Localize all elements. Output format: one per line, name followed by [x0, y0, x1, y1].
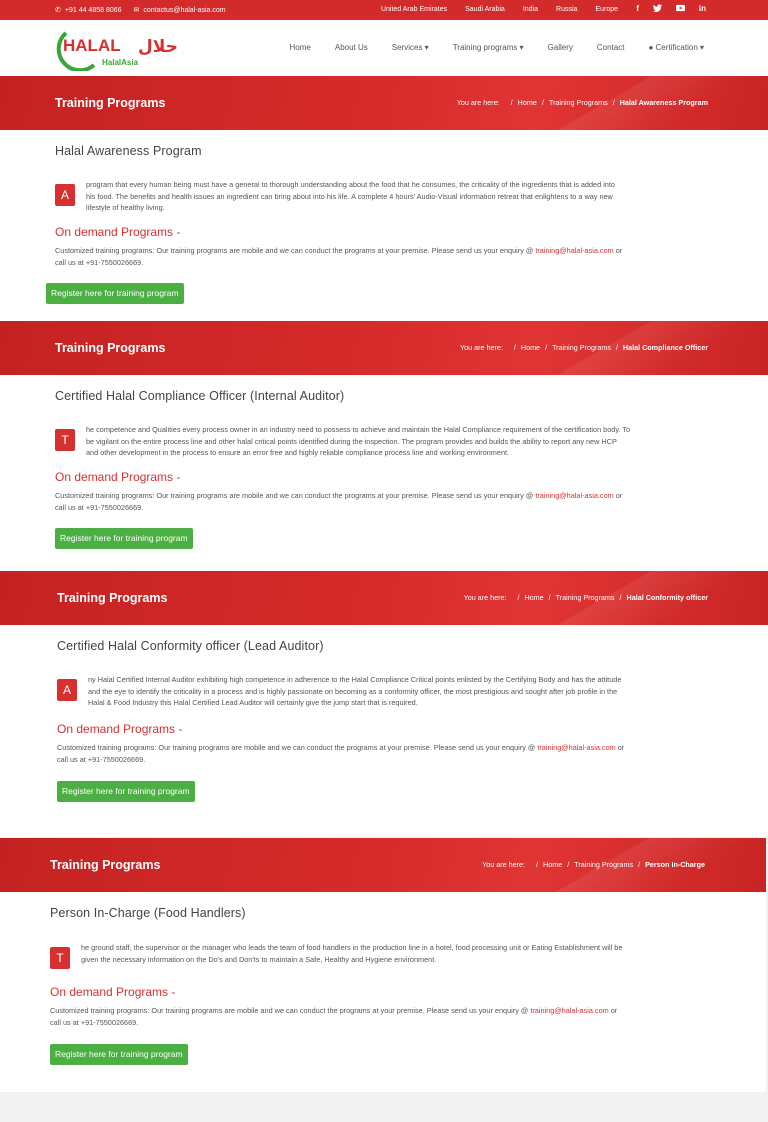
region-india[interactable]: India — [523, 6, 538, 13]
top-bar: ✆ +91 44 4858 8066 ✉ contactus@halal-asia.… — [0, 0, 768, 20]
nav-gallery[interactable]: Gallery — [548, 43, 573, 52]
nav-certification[interactable]: ● Certification ▾ — [648, 43, 704, 52]
envelope-icon: ✉ — [133, 7, 140, 14]
program-section: Certified Halal Conformity officer (Lead… — [0, 625, 768, 837]
region-saudi-arabia[interactable]: Saudi Arabia — [465, 6, 505, 13]
page-banner: Training Programs You are here: / Home /… — [0, 838, 766, 892]
svg-text:حلال: حلال — [138, 37, 178, 57]
halal-asia-logo[interactable]: HALAL حلال HalalAsia — [54, 27, 194, 73]
nav-services[interactable]: Services ▾ — [392, 43, 429, 52]
training-email-link[interactable]: training@halal-asia.com — [535, 491, 613, 500]
training-email-link[interactable]: training@halal-asia.com — [537, 743, 615, 752]
program-section: Person In-Charge (Food Handlers) T he gr… — [0, 892, 766, 1092]
youtube-icon[interactable] — [675, 4, 685, 14]
breadcrumb: You are here: / Home / Training Programs… — [456, 98, 708, 107]
drop-cap: A — [55, 184, 75, 206]
breadcrumb-training[interactable]: Training Programs — [549, 98, 608, 107]
svg-text:HALAL: HALAL — [63, 36, 121, 55]
region-uae[interactable]: United Arab Emirates — [381, 6, 447, 13]
on-demand-heading: On demand Programs - — [57, 722, 183, 736]
breadcrumb-training[interactable]: Training Programs — [556, 593, 615, 602]
breadcrumb-training[interactable]: Training Programs — [574, 860, 633, 869]
on-demand-heading: On demand Programs - — [55, 470, 181, 484]
program-title: Certified Halal Conformity officer (Lead… — [57, 639, 324, 653]
main-nav: Home About Us Services ▾ Training progra… — [290, 43, 704, 52]
customized-note: Customized training programs: Our traini… — [50, 1006, 618, 1027]
breadcrumb-current: Halal Awareness Program — [619, 98, 708, 107]
contact-info: ✆ +91 44 4858 8066 ✉ contactus@halal-asia.… — [55, 6, 226, 15]
banner-title: Training Programs — [55, 341, 166, 355]
region-russia[interactable]: Russia — [556, 6, 577, 13]
drop-cap: T — [50, 947, 70, 969]
program-section: Halal Awareness Program A program that e… — [0, 130, 768, 321]
banner-title: Training Programs — [55, 96, 166, 110]
nav-training-programs[interactable]: Training programs ▾ — [453, 43, 524, 52]
twitter-icon[interactable] — [652, 4, 662, 14]
program-title: Halal Awareness Program — [55, 144, 202, 158]
customized-note: Customized training programs: Our traini… — [55, 491, 623, 512]
nav-about-us[interactable]: About Us — [335, 43, 368, 52]
social-links: f in — [636, 4, 706, 14]
breadcrumb: You are here: / Home / Training Programs… — [482, 860, 705, 869]
register-button[interactable]: Register here for training program — [50, 1044, 188, 1065]
program-description: he competence and Qualities every proces… — [86, 425, 631, 457]
breadcrumb-training[interactable]: Training Programs — [552, 343, 611, 352]
page-banner: Training Programs You are here: / Home /… — [0, 76, 768, 130]
nav-contact[interactable]: Contact — [597, 43, 625, 52]
page-banner: Training Programs You are here: / Home /… — [0, 321, 768, 375]
training-email-link[interactable]: training@halal-asia.com — [535, 246, 613, 255]
program-description: he ground staff, the supervisor or the m… — [81, 943, 623, 964]
email-link[interactable]: ✉ contactus@halal-asia.com — [133, 6, 226, 15]
phone-link[interactable]: ✆ +91 44 4858 8066 — [55, 6, 122, 15]
breadcrumb-home[interactable]: Home — [524, 593, 543, 602]
linkedin-icon[interactable]: in — [699, 4, 706, 14]
region-europe[interactable]: Europe — [595, 6, 618, 13]
register-button[interactable]: Register here for training program — [46, 283, 184, 304]
nav-home[interactable]: Home — [290, 43, 311, 52]
program-description: ny Halal Certified Internal Auditor exhi… — [88, 675, 622, 707]
phone-icon: ✆ — [55, 7, 61, 14]
register-button[interactable]: Register here for training program — [57, 781, 195, 802]
facebook-icon[interactable]: f — [636, 4, 639, 14]
customized-note: Customized training programs: Our traini… — [55, 246, 623, 267]
on-demand-heading: On demand Programs - — [50, 985, 176, 999]
banner-title: Training Programs — [50, 858, 161, 872]
banner-title: Training Programs — [57, 591, 168, 605]
breadcrumb-current: Halal Conformity officer — [626, 593, 708, 602]
training-email-link[interactable]: training@halal-asia.com — [530, 1006, 608, 1015]
drop-cap: A — [57, 679, 77, 701]
drop-cap: T — [55, 429, 75, 451]
customized-note: Customized training programs: Our traini… — [57, 743, 625, 764]
breadcrumb-home[interactable]: Home — [543, 860, 562, 869]
svg-text:HalalAsia: HalalAsia — [102, 58, 139, 67]
program-description: program that every human being must have… — [86, 180, 615, 212]
on-demand-heading: On demand Programs - — [55, 225, 181, 239]
breadcrumb: You are here: / Home / Training Programs… — [459, 343, 708, 352]
program-title: Certified Halal Compliance Officer (Inte… — [55, 389, 345, 403]
region-links: United Arab Emirates Saudi Arabia India … — [381, 6, 618, 13]
program-section: Certified Halal Compliance Officer (Inte… — [0, 375, 768, 571]
site-header: HALAL حلال HalalAsia Home About Us Servi… — [0, 20, 768, 76]
register-button[interactable]: Register here for training program — [55, 528, 193, 549]
breadcrumb-current: Halal Compliance Officer — [622, 343, 708, 352]
program-title: Person In-Charge (Food Handlers) — [50, 906, 246, 920]
breadcrumb-current: Person In-Charge — [645, 860, 705, 869]
breadcrumb-home[interactable]: Home — [518, 98, 537, 107]
breadcrumb-home[interactable]: Home — [521, 343, 540, 352]
breadcrumb: You are here: / Home / Training Programs… — [463, 593, 708, 602]
page-banner: Training Programs You are here: / Home /… — [0, 571, 768, 625]
